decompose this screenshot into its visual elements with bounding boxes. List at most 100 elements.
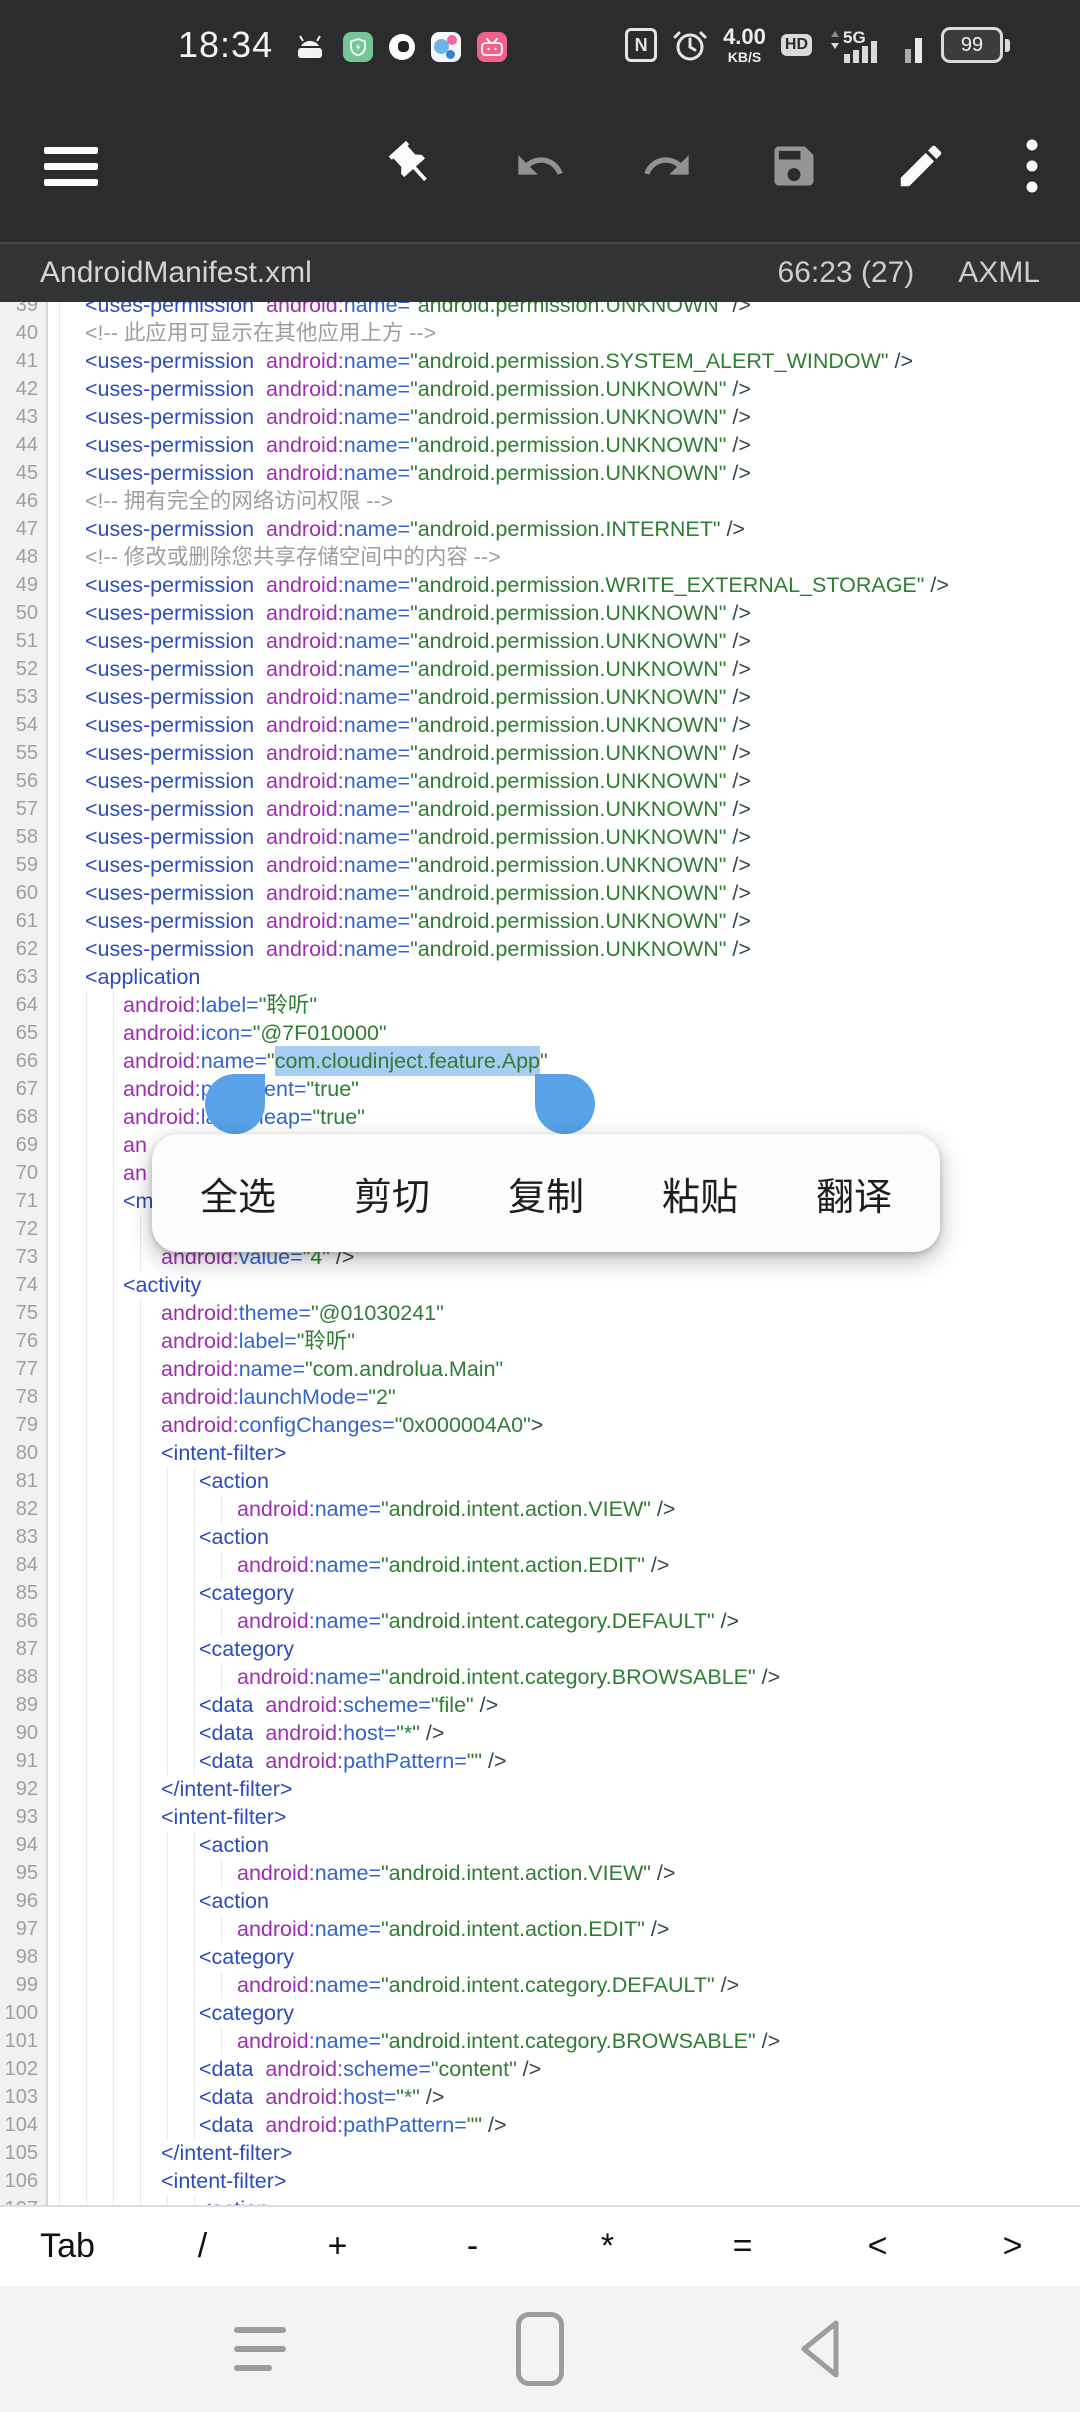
- code-line[interactable]: 65android:icon="@7F010000": [0, 1019, 1080, 1047]
- code-line[interactable]: 93<intent-filter>: [0, 1803, 1080, 1831]
- code-line[interactable]: 50<uses-permission android:name="android…: [0, 599, 1080, 627]
- code-line[interactable]: 62<uses-permission android:name="android…: [0, 935, 1080, 963]
- code-line[interactable]: 75android:theme="@01030241": [0, 1299, 1080, 1327]
- line-number: 60: [0, 879, 38, 907]
- code-editor[interactable]: 39<uses-permission android:name="android…: [0, 302, 1080, 2205]
- edit-button[interactable]: [857, 106, 984, 226]
- code-line[interactable]: 43<uses-permission android:name="android…: [0, 403, 1080, 431]
- code-line[interactable]: 41<uses-permission android:name="android…: [0, 347, 1080, 375]
- code-line[interactable]: 54<uses-permission android:name="android…: [0, 711, 1080, 739]
- symbol-key[interactable]: =: [675, 2207, 810, 2286]
- pin-button[interactable]: [349, 106, 476, 226]
- code-line[interactable]: 48<!-- 修改或删除您共享存储空间中的内容 -->: [0, 543, 1080, 571]
- code-line[interactable]: 66android:name="com.cloudinject.feature.…: [0, 1047, 1080, 1075]
- code-line[interactable]: 81<action: [0, 1467, 1080, 1495]
- back-button[interactable]: [760, 2299, 880, 2399]
- token-com: <!-- 此应用可显示在其他应用上方 -->: [85, 321, 436, 345]
- code-line[interactable]: 94<action: [0, 1831, 1080, 1859]
- code-line[interactable]: 53<uses-permission android:name="android…: [0, 683, 1080, 711]
- file-format-badge[interactable]: AXML: [958, 256, 1040, 290]
- symbol-key[interactable]: /: [135, 2207, 270, 2286]
- code-line[interactable]: 105</intent-filter>: [0, 2139, 1080, 2167]
- code-line[interactable]: 58<uses-permission android:name="android…: [0, 823, 1080, 851]
- code-line[interactable]: 76android:label="聆听": [0, 1327, 1080, 1355]
- code-line[interactable]: 96<action: [0, 1887, 1080, 1915]
- line-number: 84: [0, 1551, 38, 1579]
- token-val: "android.permission.UNKNOWN": [410, 741, 726, 765]
- file-tab-bar[interactable]: AndroidManifest.xml 66:23 (27) AXML: [0, 242, 1080, 302]
- code-line[interactable]: 61<uses-permission android:name="android…: [0, 907, 1080, 935]
- code-line[interactable]: 78android:launchMode="2": [0, 1383, 1080, 1411]
- code-line[interactable]: 74<activity: [0, 1271, 1080, 1299]
- context-menu-item[interactable]: 翻译: [816, 1166, 892, 1221]
- code-line[interactable]: 89<data android:scheme="file" />: [0, 1691, 1080, 1719]
- code-line[interactable]: 95android:name="android.intent.action.VI…: [0, 1859, 1080, 1887]
- symbol-key[interactable]: >: [945, 2207, 1080, 2286]
- context-menu-item[interactable]: 粘贴: [662, 1166, 738, 1221]
- code-line[interactable]: 83<action: [0, 1523, 1080, 1551]
- code-line[interactable]: 44<uses-permission android:name="android…: [0, 431, 1080, 459]
- code-line[interactable]: 107<action: [0, 2195, 1080, 2205]
- save-button[interactable]: [730, 106, 857, 226]
- selection-handle-left[interactable]: [205, 1074, 265, 1134]
- code-line[interactable]: 87<category: [0, 1635, 1080, 1663]
- code-line[interactable]: 64android:label="聆听": [0, 991, 1080, 1019]
- symbol-key[interactable]: +: [270, 2207, 405, 2286]
- code-line[interactable]: 77android:name="com.androlua.Main": [0, 1355, 1080, 1383]
- symbol-key[interactable]: <: [810, 2207, 945, 2286]
- menu-button[interactable]: [44, 147, 98, 186]
- home-button[interactable]: [480, 2299, 600, 2399]
- code-line[interactable]: 42<uses-permission android:name="android…: [0, 375, 1080, 403]
- code-line[interactable]: 92</intent-filter>: [0, 1775, 1080, 1803]
- code-line[interactable]: 60<uses-permission android:name="android…: [0, 879, 1080, 907]
- redo-button[interactable]: [603, 106, 730, 226]
- code-line[interactable]: 84android:name="android.intent.action.ED…: [0, 1551, 1080, 1579]
- code-line[interactable]: 106<intent-filter>: [0, 2167, 1080, 2195]
- context-menu-item[interactable]: 剪切: [354, 1166, 430, 1221]
- context-menu-item[interactable]: 全选: [200, 1166, 276, 1221]
- symbol-key[interactable]: Tab: [0, 2207, 135, 2286]
- code-line[interactable]: 101android:name="android.intent.category…: [0, 2027, 1080, 2055]
- code-line[interactable]: 85<category: [0, 1579, 1080, 1607]
- code-line[interactable]: 86android:name="android.intent.category.…: [0, 1607, 1080, 1635]
- code-line[interactable]: 103<data android:host="*" />: [0, 2083, 1080, 2111]
- undo-button[interactable]: [476, 106, 603, 226]
- code-line[interactable]: 55<uses-permission android:name="android…: [0, 739, 1080, 767]
- code-line[interactable]: 56<uses-permission android:name="android…: [0, 767, 1080, 795]
- token-val: "android.permission.UNKNOWN": [410, 825, 726, 849]
- code-line[interactable]: 57<uses-permission android:name="android…: [0, 795, 1080, 823]
- symbol-key[interactable]: *: [540, 2207, 675, 2286]
- code-line[interactable]: 90<data android:host="*" />: [0, 1719, 1080, 1747]
- code-line[interactable]: 47<uses-permission android:name="android…: [0, 515, 1080, 543]
- symbol-key[interactable]: -: [405, 2207, 540, 2286]
- token-val: "聆听": [297, 1329, 355, 1353]
- code-line[interactable]: 63<application: [0, 963, 1080, 991]
- code-line[interactable]: 97android:name="android.intent.action.ED…: [0, 1915, 1080, 1943]
- indent-guides: [59, 711, 86, 739]
- code-line[interactable]: 39<uses-permission android:name="android…: [0, 302, 1080, 319]
- file-name[interactable]: AndroidManifest.xml: [0, 256, 312, 290]
- code-line[interactable]: 91<data android:pathPattern="" />: [0, 1747, 1080, 1775]
- recents-button[interactable]: [200, 2299, 320, 2399]
- code-line[interactable]: 100<category: [0, 1999, 1080, 2027]
- code-line[interactable]: 79android:configChanges="0x000004A0">: [0, 1411, 1080, 1439]
- context-menu-item[interactable]: 复制: [508, 1166, 584, 1221]
- selection-handle-right[interactable]: [535, 1074, 595, 1134]
- code-line[interactable]: 104<data android:pathPattern="" />: [0, 2111, 1080, 2139]
- code-line[interactable]: 82android:name="android.intent.action.VI…: [0, 1495, 1080, 1523]
- code-line[interactable]: 99android:name="android.intent.category.…: [0, 1971, 1080, 1999]
- code-line[interactable]: 102<data android:scheme="content" />: [0, 2055, 1080, 2083]
- code-line[interactable]: 98<category: [0, 1943, 1080, 1971]
- code-line[interactable]: 80<intent-filter>: [0, 1439, 1080, 1467]
- code-line[interactable]: 59<uses-permission android:name="android…: [0, 851, 1080, 879]
- code-line[interactable]: 40<!-- 此应用可显示在其他应用上方 -->: [0, 319, 1080, 347]
- code-line[interactable]: 45<uses-permission android:name="android…: [0, 459, 1080, 487]
- overflow-menu-button[interactable]: [984, 106, 1080, 226]
- code-line[interactable]: 88android:name="android.intent.category.…: [0, 1663, 1080, 1691]
- selected-text[interactable]: com.cloudinject.feature.App: [275, 1049, 540, 1073]
- code-line[interactable]: 46<!-- 拥有完全的网络访问权限 -->: [0, 487, 1080, 515]
- code-line[interactable]: 52<uses-permission android:name="android…: [0, 655, 1080, 683]
- code-line[interactable]: 49<uses-permission android:name="android…: [0, 571, 1080, 599]
- code-line[interactable]: 51<uses-permission android:name="android…: [0, 627, 1080, 655]
- line-number: 76: [0, 1327, 38, 1355]
